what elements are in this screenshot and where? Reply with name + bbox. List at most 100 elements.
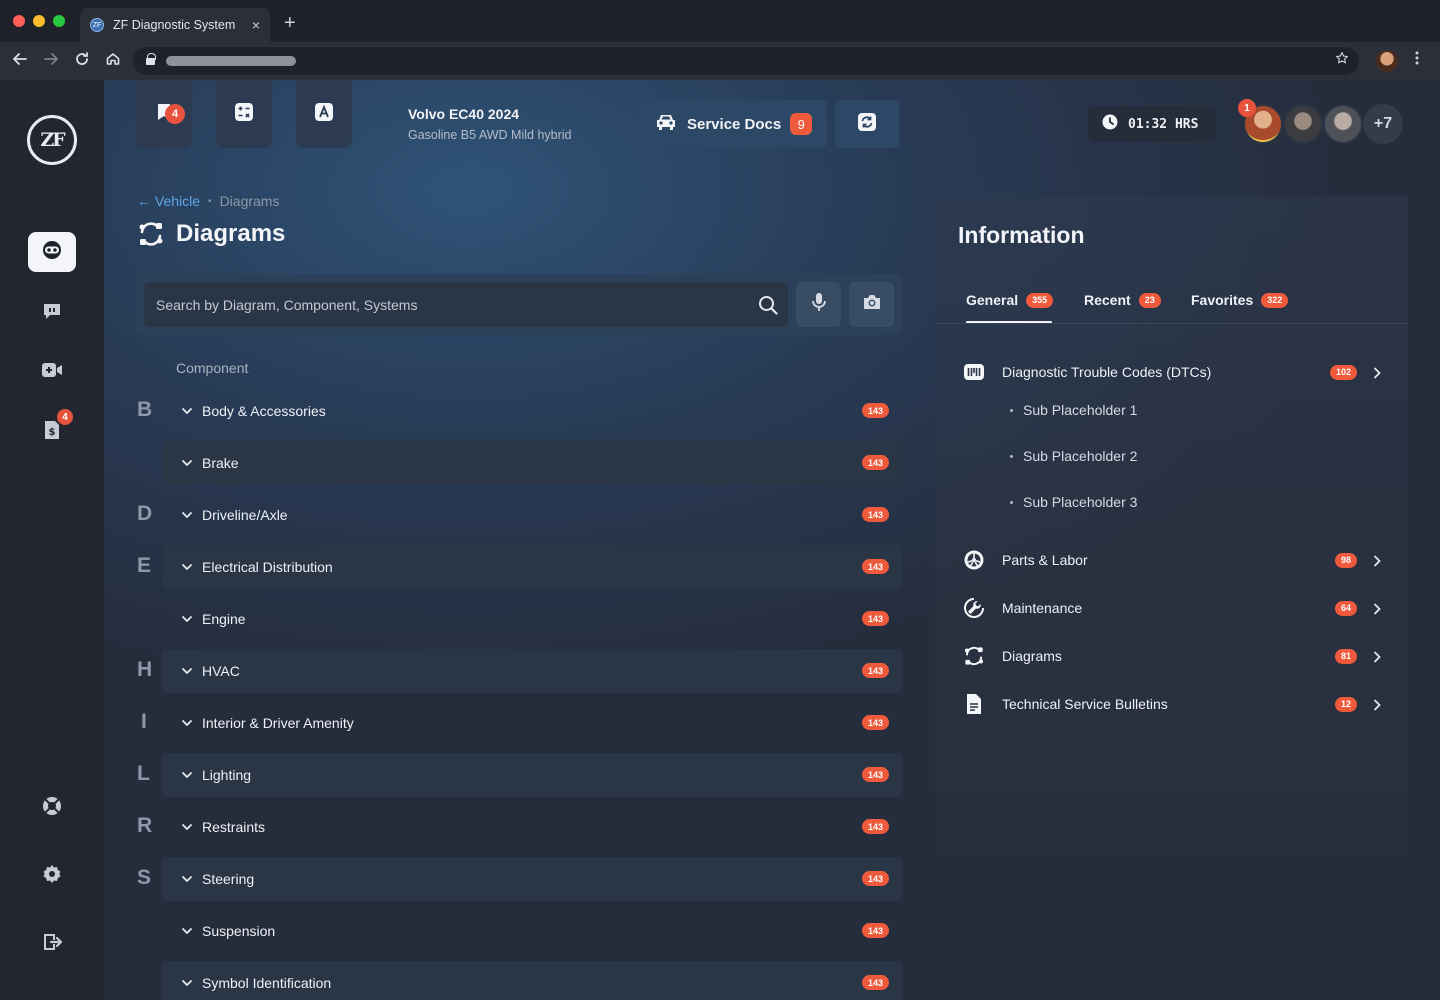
browser-tab-strip: ZF ZF Diagnostic System × + xyxy=(0,0,1440,42)
component-label: Interior & Driver Amenity xyxy=(202,715,354,731)
component-row[interactable]: Engine 143 xyxy=(162,597,902,641)
component-row[interactable]: Interior & Driver Amenity 143 xyxy=(162,701,902,745)
info-item-tsb[interactable]: Technical Service Bulletins 12 xyxy=(963,692,1383,716)
sidebar-item-obd[interactable] xyxy=(28,232,76,272)
forward-arrow-icon[interactable] xyxy=(43,51,59,71)
chevron-right-icon xyxy=(1373,698,1381,711)
index-letter: S xyxy=(137,866,152,889)
back-arrow-icon[interactable] xyxy=(12,51,28,71)
breadcrumb-separator: • xyxy=(208,195,212,207)
bookmark-star-icon[interactable] xyxy=(1335,51,1349,69)
tab-label: General xyxy=(966,292,1019,308)
voice-search-button[interactable] xyxy=(796,282,841,327)
component-label: Electrical Distribution xyxy=(202,559,333,575)
index-letter: H xyxy=(137,658,153,681)
component-count: 143 xyxy=(861,559,889,574)
component-row[interactable]: Suspension 143 xyxy=(162,909,902,953)
component-row[interactable]: Brake 143 xyxy=(162,441,902,485)
info-item-maintenance[interactable]: Maintenance 64 xyxy=(963,596,1383,620)
page-title: Diagrams xyxy=(176,220,286,247)
sub-item[interactable]: Sub Placeholder 2 xyxy=(1010,448,1137,464)
sync-button[interactable] xyxy=(835,100,899,148)
info-item-label: Technical Service Bulletins xyxy=(1002,696,1168,712)
chat-icon xyxy=(41,300,63,327)
chevron-right-icon xyxy=(1373,602,1381,615)
breadcrumb-vehicle-link[interactable]: ← Vehicle xyxy=(137,193,200,209)
svg-text:$: $ xyxy=(49,427,56,438)
component-label: Steering xyxy=(202,871,255,887)
logout-icon xyxy=(41,931,63,958)
sidebar-item-settings[interactable] xyxy=(28,856,76,896)
info-item-count: 98 xyxy=(1334,552,1357,568)
component-row[interactable]: Symbol Identification 143 xyxy=(162,961,902,1000)
avatar[interactable] xyxy=(1283,104,1323,144)
sub-item[interactable]: Sub Placeholder 1 xyxy=(1010,402,1137,418)
search-icon[interactable] xyxy=(758,295,778,320)
reload-icon[interactable] xyxy=(74,51,90,71)
tab-count: 355 xyxy=(1026,292,1054,308)
component-count: 143 xyxy=(861,403,889,418)
tab-favicon-icon: ZF xyxy=(90,18,104,32)
tab-label: Recent xyxy=(1084,292,1131,308)
window-minimize-dot[interactable] xyxy=(33,15,45,27)
diagram-icon xyxy=(963,645,985,667)
component-row[interactable]: Body & Accessories 143 xyxy=(162,389,902,433)
sidebar-item-chat[interactable] xyxy=(28,293,76,333)
calculator-button[interactable] xyxy=(216,80,272,148)
camera-search-button[interactable] xyxy=(849,282,894,327)
tab-general[interactable]: General 355 xyxy=(966,292,1054,308)
chevron-down-icon xyxy=(180,404,194,418)
info-item-label: Maintenance xyxy=(1002,600,1083,616)
address-bar[interactable] xyxy=(133,47,1359,75)
app-root: ZF $ 4 4 Volvo EC40 2024 Gasoline B5 AWD… xyxy=(0,80,1440,1000)
component-row[interactable]: Driveline/Axle 143 xyxy=(162,493,902,537)
component-label: Lighting xyxy=(202,767,252,783)
bullet-icon xyxy=(1010,500,1013,504)
window-maximize-dot[interactable] xyxy=(53,15,65,27)
tab-favorites[interactable]: Favorites 322 xyxy=(1191,292,1289,308)
font-button[interactable] xyxy=(296,80,352,148)
index-letter: I xyxy=(141,710,147,733)
component-label: HVAC xyxy=(202,663,240,679)
info-item-parts-labor[interactable]: Parts & Labor 98 xyxy=(963,548,1383,572)
tabs-divider xyxy=(935,323,1408,324)
info-item-count: 64 xyxy=(1334,600,1357,616)
home-icon[interactable] xyxy=(105,51,121,71)
avatar-more[interactable]: +7 xyxy=(1363,104,1403,144)
service-docs-button[interactable]: Service Docs 9 xyxy=(637,100,827,148)
browser-profile-avatar[interactable] xyxy=(1376,50,1398,72)
sub-item-label: Sub Placeholder 3 xyxy=(1023,494,1138,510)
sidebar-item-video[interactable] xyxy=(28,352,76,392)
diagram-icon xyxy=(137,220,165,253)
component-row[interactable]: Electrical Distribution 143 xyxy=(162,545,902,589)
browser-tab[interactable]: ZF ZF Diagnostic System × xyxy=(80,8,270,42)
tab-close-icon[interactable]: × xyxy=(252,17,260,33)
info-item-count: 102 xyxy=(1329,364,1357,380)
chevron-down-icon xyxy=(180,924,194,938)
component-label: Symbol Identification xyxy=(202,975,332,991)
sidebar-item-logout[interactable] xyxy=(28,924,76,964)
component-row[interactable]: Restraints 143 xyxy=(162,805,902,849)
window-close-dot[interactable] xyxy=(13,15,25,27)
clock-icon xyxy=(1102,114,1118,135)
sidebar-item-support[interactable] xyxy=(28,788,76,828)
microphone-icon xyxy=(811,292,827,317)
component-row[interactable]: Lighting 143 xyxy=(162,753,902,797)
new-tab-icon[interactable]: + xyxy=(284,12,296,35)
component-row[interactable]: Steering 143 xyxy=(162,857,902,901)
sub-item[interactable]: Sub Placeholder 3 xyxy=(1010,494,1137,510)
search-input[interactable] xyxy=(144,282,788,327)
text-a-icon xyxy=(314,102,334,127)
zf-logo: ZF xyxy=(27,115,77,165)
tab-recent[interactable]: Recent 23 xyxy=(1084,292,1161,308)
calculator-icon xyxy=(234,102,254,127)
info-item-dtc[interactable]: Diagnostic Trouble Codes (DTCs) 102 xyxy=(963,360,1383,384)
wrench-icon xyxy=(963,597,985,619)
component-row[interactable]: HVAC 143 xyxy=(162,649,902,693)
info-item-diagrams[interactable]: Diagrams 81 xyxy=(963,644,1383,668)
component-label: Brake xyxy=(202,455,239,471)
session-timer: 01:32 HRS xyxy=(1088,106,1216,142)
sidebar-badge: 4 xyxy=(57,409,73,425)
avatar[interactable] xyxy=(1323,104,1363,144)
browser-menu-icon[interactable] xyxy=(1414,50,1420,70)
